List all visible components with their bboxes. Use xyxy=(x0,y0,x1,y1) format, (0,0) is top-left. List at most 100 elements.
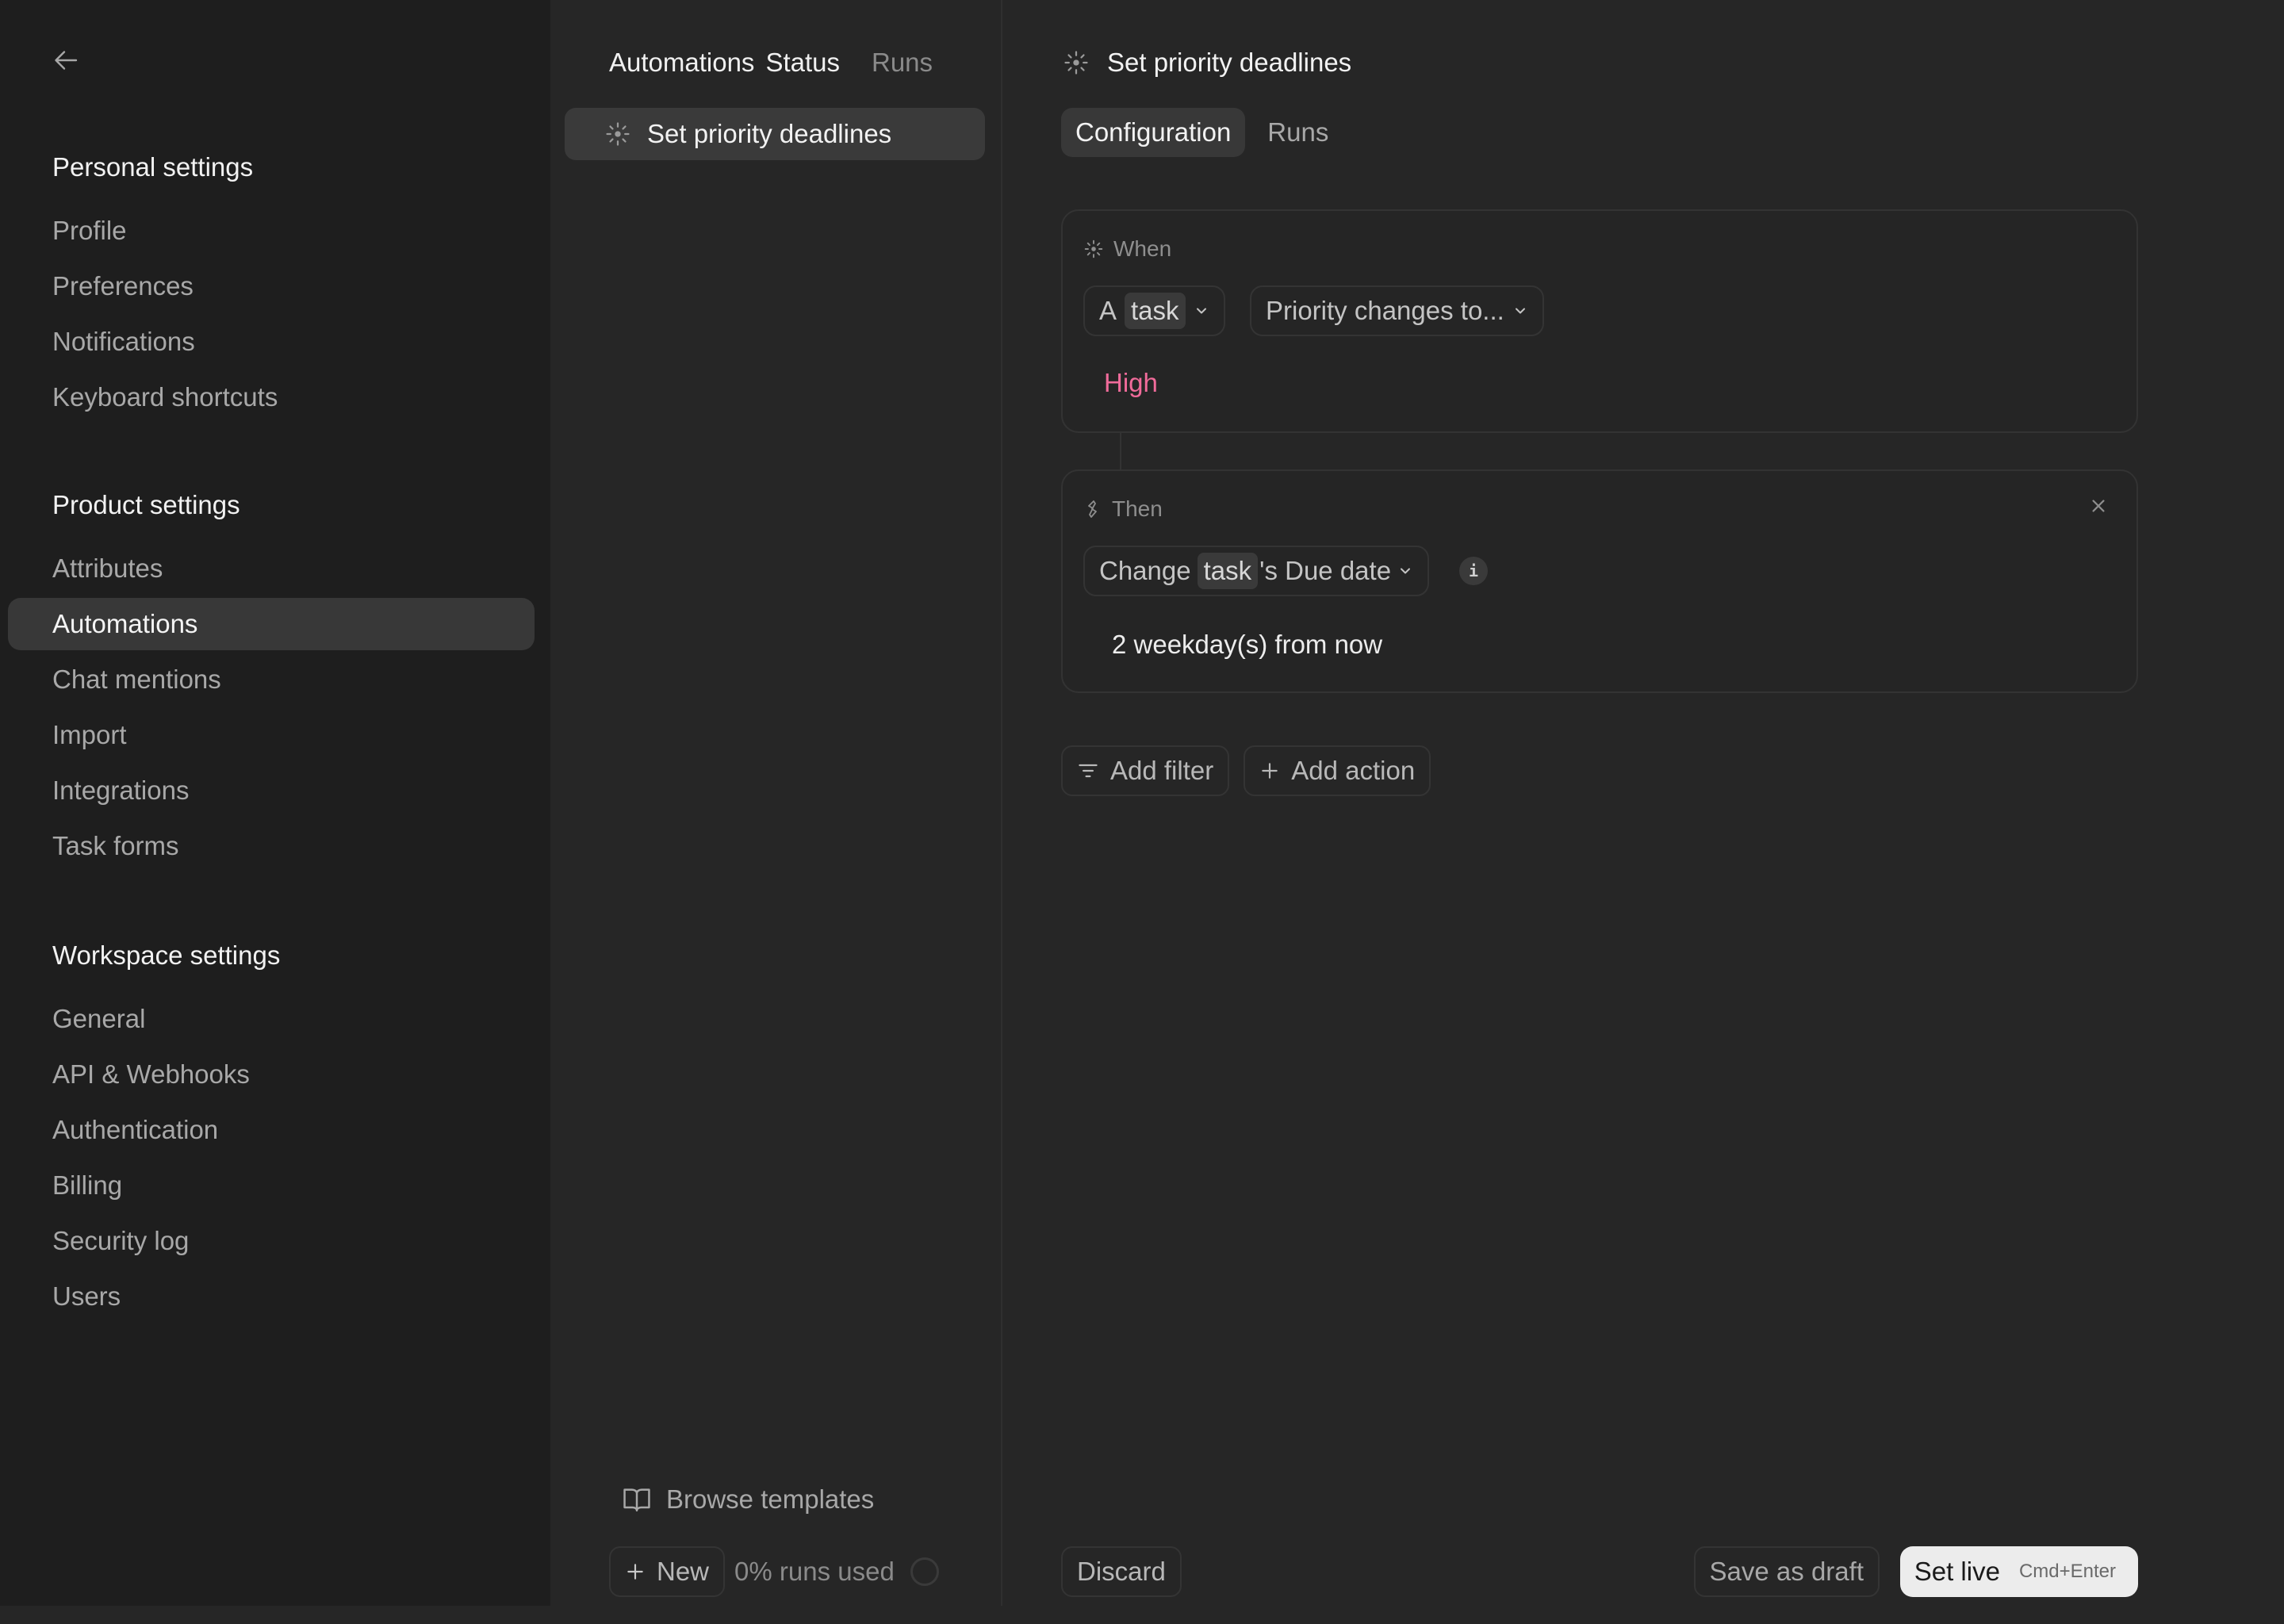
new-button-label: New xyxy=(657,1557,710,1586)
sidebar-item-label: Keyboard shortcuts xyxy=(52,382,278,412)
automations-heading: Automations xyxy=(609,48,755,77)
sidebar-item-label: Profile xyxy=(52,216,127,245)
action-value[interactable]: 2 weekday(s) from now xyxy=(1112,630,1382,660)
window-bottom-edge xyxy=(0,1606,2284,1624)
sidebar-item-billing[interactable]: Billing xyxy=(8,1159,535,1212)
personal-settings-heading: Personal settings xyxy=(52,152,254,182)
chevron-down-icon xyxy=(1515,308,1525,314)
automation-title: Set priority deadlines xyxy=(1063,48,1351,78)
book-open-icon xyxy=(623,1488,650,1512)
add-filter-label: Add filter xyxy=(1110,756,1214,785)
sidebar-item-label: Automations xyxy=(52,609,198,638)
trigger-event-label: Priority changes to... xyxy=(1266,296,1504,325)
save-draft-label: Save as draft xyxy=(1709,1557,1864,1586)
filter-icon xyxy=(1079,764,1098,778)
browse-templates-link[interactable]: Browse templates xyxy=(622,1484,874,1515)
editor-tabs: Configuration Runs xyxy=(1061,108,1343,157)
sidebar-item-label: Attributes xyxy=(52,553,163,583)
sun-icon xyxy=(1064,51,1088,75)
sidebar-item-api-webhooks[interactable]: API & Webhooks xyxy=(8,1048,535,1101)
remove-action-button[interactable] xyxy=(2084,492,2113,520)
sun-icon xyxy=(606,122,630,146)
new-automation-button[interactable]: New xyxy=(609,1546,726,1597)
product-settings-heading: Product settings xyxy=(52,490,240,519)
runs-used-text: 0% runs used xyxy=(734,1557,895,1586)
add-action-label: Add action xyxy=(1291,756,1416,785)
sidebar-item-general[interactable]: General xyxy=(8,993,535,1045)
automation-editor: Set priority deadlines Configuration Run… xyxy=(1002,0,2284,1606)
sidebar-item-integrations[interactable]: Integrations xyxy=(8,764,535,817)
chevron-down-icon xyxy=(1196,308,1206,314)
automations-list-footer: New 0% runs used xyxy=(609,1546,939,1597)
set-live-label: Set live xyxy=(1914,1557,2000,1586)
discard-label: Discard xyxy=(1077,1557,1166,1586)
subject-chip: task xyxy=(1125,293,1186,329)
action-suffix: 's Due date xyxy=(1259,556,1392,585)
action-card: Then Change task 's Due date i 2 weekday… xyxy=(1061,469,2138,693)
runs-column-header[interactable]: Runs xyxy=(872,48,933,78)
action-subject-chip: task xyxy=(1197,553,1259,589)
chevron-down-icon xyxy=(1401,568,1411,574)
then-label-text: Then xyxy=(1112,496,1163,521)
back-button[interactable] xyxy=(48,41,86,79)
arrow-left-icon xyxy=(55,51,78,70)
info-icon[interactable]: i xyxy=(1459,557,1488,585)
add-buttons-row: Add filter Add action xyxy=(1061,745,1431,796)
close-icon xyxy=(2092,500,2105,512)
settings-sidebar: Personal settings Profile Preferences No… xyxy=(0,0,550,1606)
automation-name: Set priority deadlines xyxy=(647,119,892,148)
automations-list-header: Automations Status Runs xyxy=(609,48,933,78)
runs-usage-ring xyxy=(910,1557,939,1586)
plus-icon xyxy=(1262,763,1278,779)
sidebar-item-task-forms[interactable]: Task forms xyxy=(8,820,535,872)
sidebar-item-label: Users xyxy=(52,1281,121,1311)
sidebar-item-label: Preferences xyxy=(52,271,194,301)
sidebar-item-label: Authentication xyxy=(52,1115,219,1144)
automations-list-panel: Automations Status Runs Set priority dea… xyxy=(550,0,1001,1606)
then-label: Then xyxy=(1083,496,1163,522)
sidebar-item-automations[interactable]: Automations xyxy=(8,598,535,650)
add-filter-button[interactable]: Add filter xyxy=(1061,745,1230,796)
sidebar-item-chat-mentions[interactable]: Chat mentions xyxy=(8,653,535,706)
sidebar-item-import[interactable]: Import xyxy=(8,709,535,761)
browse-templates-label: Browse templates xyxy=(666,1484,875,1514)
lightning-icon xyxy=(1088,500,1097,518)
sidebar-item-notifications[interactable]: Notifications xyxy=(8,316,535,368)
automation-list-item[interactable]: Set priority deadlines xyxy=(565,108,985,160)
trigger-subject-dropdown[interactable]: A task xyxy=(1083,285,1225,336)
sidebar-item-label: Task forms xyxy=(52,831,179,860)
sidebar-item-label: Integrations xyxy=(52,776,190,805)
tab-configuration[interactable]: Configuration xyxy=(1061,108,1246,157)
sidebar-item-keyboard-shortcuts[interactable]: Keyboard shortcuts xyxy=(8,371,535,423)
trigger-card: When A task Priority changes to... High xyxy=(1061,209,2138,433)
sidebar-item-label: Billing xyxy=(52,1170,123,1200)
tab-runs[interactable]: Runs xyxy=(1253,108,1343,157)
sidebar-item-authentication[interactable]: Authentication xyxy=(8,1104,535,1156)
sidebar-item-label: API & Webhooks xyxy=(52,1059,250,1089)
sidebar-item-preferences[interactable]: Preferences xyxy=(8,260,535,312)
save-as-draft-button[interactable]: Save as draft xyxy=(1693,1546,1880,1597)
when-label: When xyxy=(1083,236,1171,262)
action-prefix: Change xyxy=(1099,556,1191,585)
when-label-text: When xyxy=(1113,236,1172,261)
workspace-settings-heading: Workspace settings xyxy=(52,940,281,970)
sidebar-item-users[interactable]: Users xyxy=(8,1270,535,1323)
trigger-value-high[interactable]: High xyxy=(1104,368,1158,398)
sidebar-item-label: Chat mentions xyxy=(52,665,221,694)
trigger-event-dropdown[interactable]: Priority changes to... xyxy=(1250,285,1544,336)
sun-icon xyxy=(1084,239,1103,259)
sidebar-item-attributes[interactable]: Attributes xyxy=(8,542,535,595)
sidebar-item-label: Notifications xyxy=(52,327,195,356)
action-type-dropdown[interactable]: Change task 's Due date xyxy=(1083,546,1430,596)
card-connector-line xyxy=(1120,431,1121,469)
set-live-button[interactable]: Set live Cmd+Enter xyxy=(1899,1546,2138,1597)
add-action-button[interactable]: Add action xyxy=(1244,745,1431,796)
status-column-header[interactable]: Status xyxy=(765,48,840,78)
plus-icon xyxy=(627,1564,643,1580)
sidebar-item-label: General xyxy=(52,1004,146,1033)
sidebar-item-label: Security log xyxy=(52,1226,190,1255)
sidebar-item-profile[interactable]: Profile xyxy=(8,205,535,257)
discard-button[interactable]: Discard xyxy=(1061,1546,1182,1597)
sidebar-item-security-log[interactable]: Security log xyxy=(8,1215,535,1267)
subject-prefix: A xyxy=(1099,296,1117,325)
